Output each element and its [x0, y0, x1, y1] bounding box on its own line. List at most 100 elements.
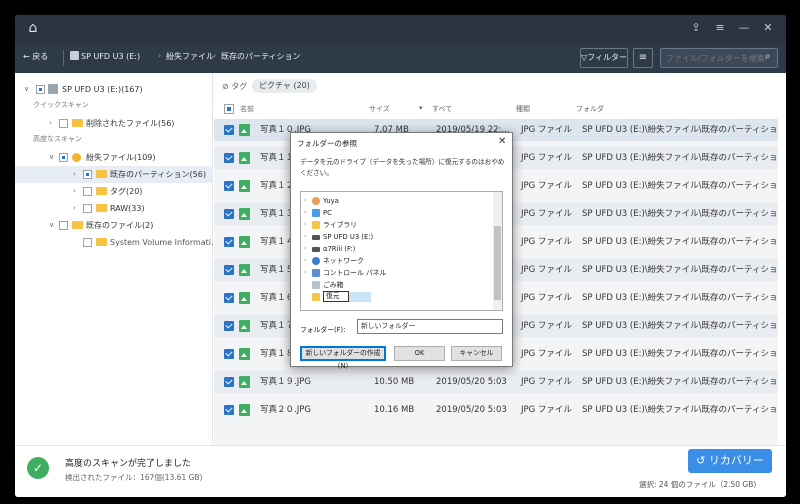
file-type: JPG ファイル	[521, 321, 572, 331]
folder-tree-new-item[interactable]: 復元	[301, 291, 491, 303]
chevron-right-icon[interactable]: ›	[304, 195, 306, 207]
tag-chip[interactable]: ピクチャ (20)	[252, 79, 317, 93]
file-folder: SP UFD U3 (E:)\紛失ファイル\既存のパーティショ	[582, 293, 778, 303]
checkbox[interactable]	[83, 204, 92, 213]
row-checkbox[interactable]	[224, 265, 234, 275]
image-file-icon	[239, 320, 250, 332]
chevron-right-icon[interactable]: ›	[304, 231, 306, 243]
dialog-close-icon[interactable]: ✕	[498, 136, 506, 147]
tree-item-system-volume[interactable]: System Volume Informati...	[15, 234, 219, 251]
row-checkbox[interactable]	[224, 349, 234, 359]
tag-filter[interactable]: ⊘ タグ	[222, 81, 247, 92]
close-icon[interactable]: ✕	[760, 20, 776, 36]
selection-summary: 選択: 24 個のファイル（2.50 GB)	[639, 480, 757, 489]
chevron-right-icon[interactable]: ›	[49, 115, 52, 132]
row-checkbox[interactable]	[224, 153, 234, 163]
chevron-right-icon[interactable]: ›	[304, 267, 306, 279]
tree-item-lost-files[interactable]: ∨ 紛失ファイル(109)	[15, 149, 213, 166]
new-folder-button[interactable]: 新しいフォルダーの作成(N)	[300, 346, 386, 370]
folder-tree-item[interactable]: › ライブラリ	[301, 219, 491, 231]
chevron-down-icon[interactable]: ∨	[49, 149, 54, 166]
tree-item-existing-files[interactable]: ∨ 既存のファイル(2)	[15, 217, 213, 234]
checkbox[interactable]	[59, 119, 68, 128]
tag-bar: ⊘ タグ ピクチャ (20)	[214, 73, 786, 99]
folder-tree-item[interactable]: › ネットワーク	[301, 255, 491, 267]
chevron-right-icon[interactable]: ›	[73, 200, 76, 217]
folder-name-input[interactable]: 新しいフォルダー	[357, 319, 503, 334]
minimize-icon[interactable]: —	[736, 20, 752, 36]
column-size[interactable]: サイズ	[369, 104, 390, 114]
ok-button[interactable]: OK	[394, 346, 445, 361]
breadcrumb-partition[interactable]: 既存のパーティション	[221, 51, 301, 62]
tree-item-existing-partition[interactable]: › 既存のパーティション(56)	[15, 166, 213, 183]
checkbox[interactable]	[59, 221, 68, 230]
chevron-down-icon[interactable]: ∨	[49, 217, 54, 234]
checkbox[interactable]	[83, 187, 92, 196]
file-name: 写真１９.JPG	[260, 377, 311, 387]
folder-tree-label: コントロール パネル	[323, 269, 387, 277]
cancel-button[interactable]: キャンセル	[451, 346, 502, 361]
file-type: JPG ファイル	[521, 153, 572, 163]
file-type: JPG ファイル	[521, 265, 572, 275]
row-checkbox[interactable]	[224, 181, 234, 191]
home-icon[interactable]: ⌂	[25, 20, 41, 36]
back-button[interactable]: ← 戻る	[23, 51, 48, 62]
row-checkbox[interactable]	[224, 125, 234, 135]
rename-field[interactable]: 復元	[323, 291, 349, 302]
chevron-right-icon[interactable]: ›	[73, 183, 76, 200]
row-checkbox[interactable]	[224, 377, 234, 387]
search-input[interactable]	[660, 48, 778, 68]
column-name[interactable]: 名前	[240, 104, 254, 114]
sort-desc-icon[interactable]: ▾	[419, 104, 423, 112]
file-list-scrollbar[interactable]	[778, 119, 786, 445]
recover-button[interactable]: ↺ リカバリー	[688, 449, 772, 473]
column-folder[interactable]: フォルダ	[576, 104, 604, 114]
table-row[interactable]: 写真１９.JPG 10.50 MB 2019/05/20 5:03 JPG ファ…	[214, 371, 786, 393]
file-folder: SP UFD U3 (E:)\紛失ファイル\既存のパーティショ	[582, 237, 778, 247]
image-file-icon	[239, 404, 250, 416]
chevron-right-icon[interactable]: ›	[304, 219, 306, 231]
breadcrumb-chevron-icon: ›	[158, 51, 162, 60]
folder-tree-item[interactable]: › SP UFD U3 (E:)	[301, 231, 491, 243]
row-checkbox[interactable]	[224, 405, 234, 415]
folder-tree-item[interactable]: › α7Riii (F:)	[301, 243, 491, 255]
column-date[interactable]: すべて	[432, 104, 452, 114]
tree-item-raw[interactable]: › RAW(33)	[15, 200, 213, 217]
breadcrumb-lost-files[interactable]: 紛失ファイル	[166, 51, 214, 62]
folder-tree-item[interactable]: › コントロール パネル	[301, 267, 491, 279]
filter-button[interactable]: ▽フィルター	[580, 48, 628, 68]
view-menu-button[interactable]: ≡	[633, 48, 653, 68]
row-checkbox[interactable]	[224, 321, 234, 331]
breadcrumb-drive[interactable]: SP UFD U3 (E:)	[70, 51, 140, 61]
tree-item-deleted[interactable]: › 削除されたファイル(56)	[15, 115, 213, 132]
checkbox[interactable]	[36, 85, 45, 94]
scrollbar-thumb[interactable]	[494, 226, 501, 300]
chevron-down-icon[interactable]: ∨	[24, 81, 29, 98]
folder-tree-item[interactable]: › PC	[301, 207, 491, 219]
search-icon[interactable]: ⌕	[765, 52, 771, 62]
share-icon[interactable]: ⇪	[688, 20, 704, 36]
tree-item-drive[interactable]: ∨ SP UFD U3 (E:)(167)	[15, 81, 213, 98]
checkbox[interactable]	[83, 170, 92, 179]
chevron-right-icon[interactable]: ›	[304, 207, 306, 219]
checkbox[interactable]	[59, 153, 68, 162]
table-row[interactable]: 写真２０.JPG 10.16 MB 2019/05/20 5:03 JPG ファ…	[214, 399, 786, 421]
breadcrumb-drive-label: SP UFD U3 (E:)	[81, 52, 141, 61]
folder-tree-item[interactable]: › Yuya	[301, 195, 491, 207]
tree-section-advanced: 高度なスキャン	[15, 131, 213, 148]
row-checkbox[interactable]	[224, 237, 234, 247]
row-checkbox[interactable]	[224, 293, 234, 303]
chevron-right-icon[interactable]: ›	[304, 243, 306, 255]
folder-tree-item[interactable]: ごみ箱	[301, 279, 491, 291]
file-list-header: 名前 サイズ ▾ すべて 種類 フォルダ	[214, 99, 786, 119]
column-type[interactable]: 種類	[516, 104, 530, 114]
menu-icon[interactable]: ≡	[712, 20, 728, 36]
tree-item-tags[interactable]: › タグ(20)	[15, 183, 213, 200]
folder-icon	[96, 187, 107, 195]
checkbox[interactable]	[83, 238, 92, 247]
folder-tree-label: α7Riii (F:)	[323, 245, 356, 253]
chevron-right-icon[interactable]: ›	[73, 166, 76, 183]
folder-tree-scrollbar[interactable]	[493, 192, 502, 310]
chevron-right-icon[interactable]: ›	[304, 255, 306, 267]
row-checkbox[interactable]	[224, 209, 234, 219]
